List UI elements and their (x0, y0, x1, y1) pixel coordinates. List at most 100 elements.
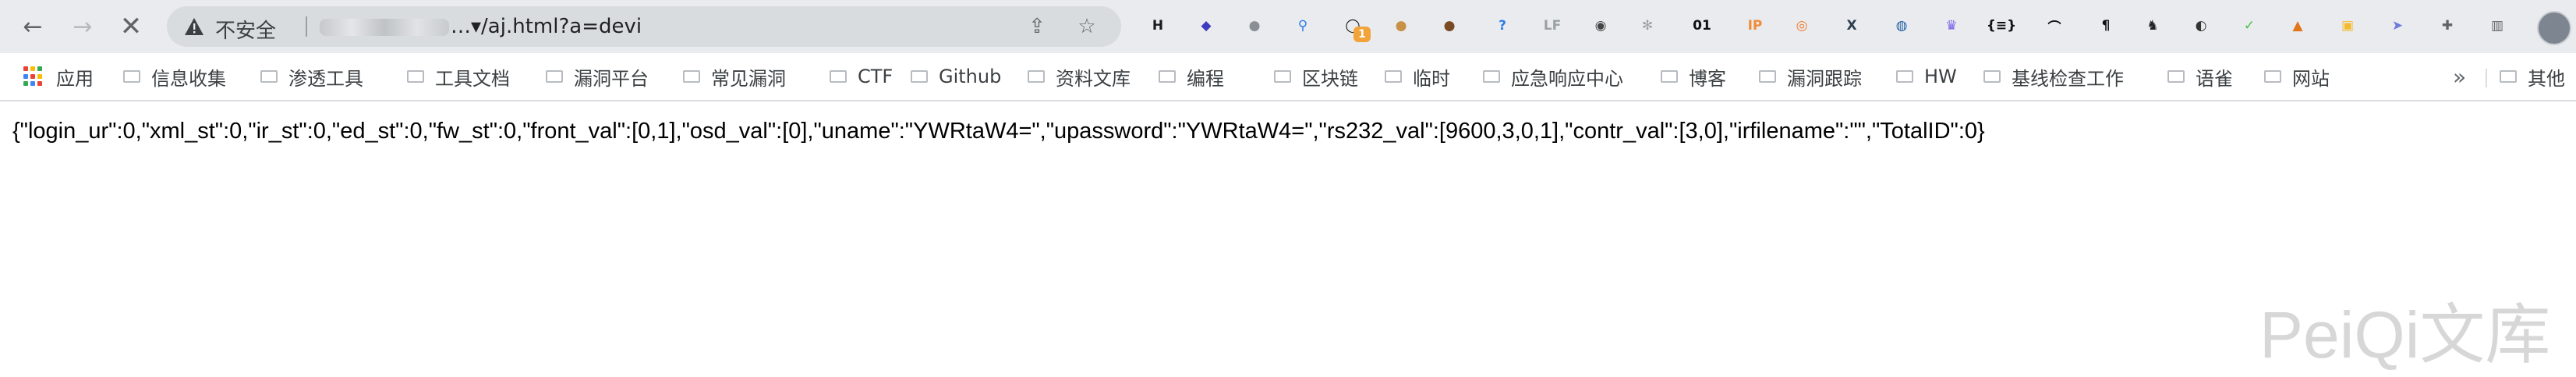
bookmark-label: 区块链 (1302, 67, 1358, 90)
bookmark-label: 资料文库 (1056, 67, 1131, 90)
folder-icon (1274, 70, 1291, 83)
bookmark-folder[interactable]: 常见漏洞 (683, 64, 786, 90)
bookmark-folder[interactable]: Github (911, 64, 1001, 89)
cookie-dark-icon[interactable]: ● (1436, 12, 1463, 39)
bookmark-label: 工具文档 (435, 67, 510, 90)
folder-icon (1896, 70, 1913, 83)
page-content: {"login_ur":0,"xml_st":0,"ir_st":0,"ed_s… (0, 101, 2576, 372)
extension-badge: 1 (1353, 27, 1371, 42)
bookmark-folder[interactable]: CTF (830, 64, 893, 89)
bookmark-folder[interactable]: 资料文库 (1028, 64, 1131, 90)
gear-grey-icon[interactable]: ✻ (1634, 12, 1661, 39)
forward-arrow-icon[interactable]: → (65, 9, 100, 44)
pilcrow-icon[interactable]: ¶ (2093, 12, 2119, 39)
puzzle-icon[interactable]: ✚ (2434, 12, 2461, 39)
camera-icon[interactable]: ◍ (1888, 12, 1915, 39)
purple-crown-icon[interactable]: ♛ (1938, 12, 1965, 39)
grey-circle-icon[interactable]: ● (1241, 12, 1268, 39)
ip-icon[interactable]: IP (1742, 12, 1768, 39)
folder-icon (1159, 70, 1176, 83)
profile-avatar[interactable] (2537, 11, 2571, 45)
hat-icon[interactable]: ⌒ (2041, 12, 2068, 39)
folder-icon (1661, 70, 1678, 83)
yellow-cube-icon[interactable]: ▣ (2334, 12, 2361, 39)
bookmark-folder[interactable]: 漏洞平台 (546, 64, 649, 90)
bookmark-folder[interactable]: 区块链 (1274, 64, 1358, 90)
bookmark-folder[interactable]: 语雀 (2167, 64, 2233, 90)
bookmark-label: 渗透工具 (288, 67, 363, 90)
stack-icon[interactable]: ◆ (1193, 12, 1219, 39)
bookmark-apps[interactable]: 应用 (23, 64, 94, 90)
orange-target-icon[interactable]: ◎ (1789, 12, 1815, 39)
folder-icon (683, 70, 700, 83)
bookmark-label: 博客 (1689, 67, 1726, 90)
h-icon[interactable]: H (1145, 12, 1171, 39)
folder-icon (1983, 70, 2001, 83)
bookmark-label: 基线检查工作 (2012, 67, 2124, 90)
folder-icon (2167, 70, 2185, 83)
stop-loading-icon[interactable]: ✕ (114, 9, 148, 44)
bookmark-folder[interactable]: 漏洞跟踪 (1759, 64, 1862, 90)
bookmark-folder[interactable]: 编程 (1159, 64, 1224, 90)
bookmarks-overflow-icon[interactable]: » (2453, 64, 2466, 90)
bookmark-label: 其他 (2528, 67, 2565, 90)
bookmark-label: 临时 (1413, 67, 1450, 90)
folder-icon (830, 70, 847, 83)
hacker-icon[interactable]: ♞ (2139, 12, 2166, 39)
address-bar[interactable]: 不安全 …▾/aj.html?a=devi ⇪ ☆ (167, 6, 1121, 47)
bookmark-label: 编程 (1187, 67, 1224, 90)
bookmark-label: CTF (858, 66, 893, 87)
braces-icon[interactable]: {≡} (1988, 12, 2015, 39)
bookmarks-separator (2486, 69, 2487, 87)
folder-icon (407, 70, 424, 83)
bookmark-label: Github (939, 66, 1002, 87)
bookmark-label: 漏洞跟踪 (1787, 67, 1862, 90)
back-arrow-icon[interactable]: ← (16, 9, 50, 44)
bird-icon[interactable]: ➤ (2384, 12, 2411, 39)
json-response-text: {"login_ur":0,"xml_st":0,"ir_st":0,"ed_s… (12, 119, 1985, 144)
bookmark-folder[interactable]: HW (1896, 64, 1957, 89)
lf-icon[interactable]: LF (1539, 12, 1566, 39)
folder-icon (2264, 70, 2281, 83)
panda-icon[interactable]: ◐ (2188, 12, 2214, 39)
bookmark-folder[interactable]: 基线检查工作 (1983, 64, 2124, 90)
omnibox-divider (306, 16, 307, 37)
folder-icon (1028, 70, 1045, 83)
folder-icon (1759, 70, 1776, 83)
folder-icon (546, 70, 563, 83)
bookmark-folder[interactable]: 网站 (2264, 64, 2330, 90)
bookmark-folder[interactable]: 应急响应中心 (1483, 64, 1623, 90)
watermark: PeiQi文库 (2259, 298, 2551, 372)
apps-grid-icon (23, 66, 44, 87)
sidebar-icon[interactable]: ▥ (2484, 12, 2511, 39)
cookie-icon[interactable]: ● (1388, 12, 1414, 39)
green-check-icon[interactable]: ✓ (2236, 12, 2263, 39)
mask-icon[interactable]: ◉ (1587, 12, 1614, 39)
pin-icon[interactable]: ⚲ (1290, 12, 1316, 39)
folder-icon (911, 70, 928, 83)
security-label[interactable]: 不安全 (215, 15, 276, 44)
folder-icon (260, 70, 278, 83)
warning-icon[interactable] (184, 16, 204, 37)
question-icon[interactable]: ? (1489, 12, 1516, 39)
bookmark-folder[interactable]: 渗透工具 (260, 64, 363, 90)
bookmark-label: HW (1924, 66, 1957, 87)
bookmark-label: 网站 (2292, 67, 2330, 90)
share-icon[interactable]: ⇪ (1024, 14, 1049, 39)
bookmark-label: 语雀 (2196, 67, 2233, 90)
bookmark-label: 应急响应中心 (1511, 67, 1623, 90)
bookmark-other[interactable]: 其他 (2500, 64, 2565, 90)
folder-icon (123, 70, 140, 83)
folder-icon (1385, 70, 1402, 83)
bookmark-folder[interactable]: 博客 (1661, 64, 1726, 90)
url-text[interactable]: …▾/aj.html?a=devi (451, 15, 642, 38)
binary-icon[interactable]: 01 (1689, 12, 1715, 39)
folder-icon (1483, 70, 1500, 83)
bookmarks-bar: 应用 信息收集 渗透工具 工具文档 漏洞平台 常见漏洞 CTF Github 资料文库 编程 区块… (0, 53, 2576, 101)
fox-icon[interactable]: ▲ (2284, 12, 2311, 39)
bookmark-folder[interactable]: 信息收集 (123, 64, 226, 90)
star-icon[interactable]: ☆ (1074, 14, 1099, 39)
bookmark-folder[interactable]: 工具文档 (407, 64, 510, 90)
x-icon[interactable]: X (1838, 12, 1865, 39)
bookmark-folder[interactable]: 临时 (1385, 64, 1450, 90)
